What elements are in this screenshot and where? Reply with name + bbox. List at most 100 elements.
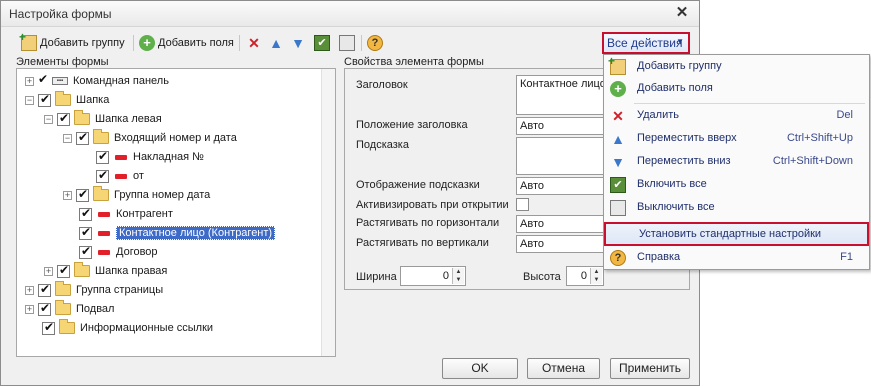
add-fields-label: Добавить поля: [158, 37, 234, 49]
menu-item-enable-all[interactable]: ✔ Включить все: [604, 174, 869, 196]
expand-icon[interactable]: +: [25, 285, 34, 295]
menu-item-move-up[interactable]: ▲ Переместить вверх Ctrl+Shift+Up: [604, 128, 869, 150]
cancel-button[interactable]: Отмена: [527, 358, 600, 379]
tree-node[interactable]: Контрагент: [79, 205, 173, 223]
tree-node-label: Информационные ссылки: [80, 322, 214, 334]
close-icon[interactable]: ✕: [673, 4, 691, 22]
tree-node[interactable]: Договор: [79, 243, 158, 261]
tree-scrollbar[interactable]: [321, 69, 335, 356]
move-down-icon: ▼: [611, 154, 625, 170]
spinner-arrows-icon[interactable]: ▲ ▼: [590, 268, 602, 284]
tree-node[interactable]: Накладная №: [96, 148, 204, 166]
folder-icon: [55, 300, 71, 315]
tree-node[interactable]: + Шапка правая: [44, 262, 167, 280]
activate-on-open-label: Активизировать при открытии: [356, 199, 509, 211]
add-fields-button[interactable]: + Добавить поля: [139, 34, 234, 52]
menu-item-help[interactable]: ? Справка F1: [604, 247, 869, 269]
field-icon: [98, 230, 110, 236]
tree-node[interactable]: − Шапка левая: [44, 110, 162, 128]
all-actions-button[interactable]: Все действия ▼: [602, 32, 690, 54]
collapse-icon[interactable]: −: [63, 133, 72, 143]
add-fields-icon: +: [610, 81, 626, 97]
hint-display-select[interactable]: Авто: [516, 177, 608, 195]
checkbox[interactable]: [96, 168, 109, 183]
checkbox[interactable]: [42, 320, 55, 335]
delete-icon[interactable]: ✕: [246, 35, 262, 51]
all-actions-menu: Добавить группу + Добавить поля ✕ Удалит…: [603, 54, 870, 270]
title-field[interactable]: Контактное лицо: [516, 75, 608, 115]
window-title: Настройка формы: [9, 7, 112, 21]
checkbox[interactable]: [38, 301, 51, 316]
hint-display-label: Отображение подсказки: [356, 179, 480, 191]
tree-node[interactable]: Информационные ссылки: [42, 319, 213, 337]
tree-node-label: Шапка: [76, 94, 110, 106]
spinner-arrows-icon[interactable]: ▲ ▼: [452, 268, 464, 284]
menu-item-label: Добавить группу: [637, 60, 722, 72]
move-up-icon: ▲: [611, 131, 625, 147]
tree-node[interactable]: + Группа страницы: [25, 281, 163, 299]
enable-all-icon: ✔: [610, 177, 626, 193]
hint-field[interactable]: [516, 137, 608, 175]
move-down-icon[interactable]: ▼: [290, 35, 306, 51]
tree-node[interactable]: + Группа номер дата: [63, 186, 210, 204]
add-group-icon: [19, 30, 37, 51]
ok-button[interactable]: OK: [442, 358, 518, 379]
checkbox[interactable]: [38, 92, 51, 107]
stretch-vertical-label: Растягивать по вертикали: [356, 237, 489, 249]
checkbox[interactable]: [79, 206, 92, 221]
menu-item-label: Переместить вверх: [637, 132, 737, 144]
expand-icon[interactable]: +: [25, 304, 34, 314]
height-stepper[interactable]: 0 ▲ ▼: [566, 266, 604, 286]
menu-item-move-down[interactable]: ▼ Переместить вниз Ctrl+Shift+Down: [604, 151, 869, 173]
tree-node[interactable]: от: [96, 167, 144, 185]
menu-item-label: Выключить все: [637, 201, 715, 213]
tree-node-label: Контактное лицо (Контрагент): [116, 226, 276, 240]
tree-node[interactable]: + Подвал: [25, 300, 114, 318]
tree-node-selected[interactable]: Контактное лицо (Контрагент): [79, 224, 276, 242]
chevron-down-icon: ▼: [676, 37, 684, 46]
enable-all-icon[interactable]: ✔: [314, 35, 330, 51]
checkbox[interactable]: [96, 149, 109, 164]
width-stepper[interactable]: 0 ▲ ▼: [400, 266, 466, 286]
move-up-icon[interactable]: ▲: [268, 35, 284, 51]
title-position-select[interactable]: Авто: [516, 117, 608, 135]
menu-item-set-defaults[interactable]: Установить стандартные настройки: [604, 222, 869, 246]
add-fields-icon: +: [139, 35, 155, 51]
activate-on-open-checkbox[interactable]: [516, 198, 529, 211]
checkbox[interactable]: [57, 263, 70, 278]
tree-node[interactable]: − Шапка: [25, 91, 109, 109]
expand-icon[interactable]: +: [44, 266, 53, 276]
checkbox[interactable]: [79, 244, 92, 259]
folder-icon: [74, 262, 90, 277]
apply-button[interactable]: Применить: [610, 358, 690, 379]
checkbox[interactable]: [38, 72, 48, 88]
toolbar: Добавить группу + Добавить поля ✕ ▲ ▼ ✔ …: [1, 29, 699, 57]
add-group-button[interactable]: Добавить группу: [19, 30, 125, 52]
tree-node-label: Договор: [116, 246, 158, 258]
menu-item-delete[interactable]: ✕ Удалить Del: [604, 105, 869, 127]
field-icon: [98, 249, 110, 255]
collapse-icon[interactable]: −: [44, 114, 53, 124]
menu-separator: [634, 103, 865, 104]
stretch-horizontal-label: Растягивать по горизонтали: [356, 217, 500, 229]
expand-icon[interactable]: +: [63, 190, 72, 200]
tree-node[interactable]: − Входящий номер и дата: [63, 129, 237, 147]
checkbox[interactable]: [38, 282, 51, 297]
disable-all-icon[interactable]: [339, 35, 355, 51]
checkbox[interactable]: [57, 111, 70, 126]
collapse-icon[interactable]: −: [25, 95, 34, 105]
folder-icon: [59, 319, 75, 334]
height-label: Высота: [523, 271, 561, 283]
checkbox[interactable]: [76, 187, 89, 202]
stretch-horizontal-select[interactable]: Авто: [516, 215, 608, 233]
menu-item-disable-all[interactable]: Выключить все: [604, 197, 869, 219]
stretch-vertical-select[interactable]: Авто: [516, 235, 608, 253]
menu-item-add-group[interactable]: Добавить группу: [604, 54, 869, 78]
expand-icon[interactable]: +: [25, 76, 34, 86]
checkbox[interactable]: [76, 130, 89, 145]
menu-item-label: Переместить вниз: [637, 155, 731, 167]
help-icon[interactable]: ?: [367, 35, 383, 51]
menu-item-add-fields[interactable]: + Добавить поля: [604, 78, 869, 100]
checkbox[interactable]: [79, 225, 92, 240]
tree-node[interactable]: + ▪▪▪ Командная панель: [25, 72, 169, 90]
